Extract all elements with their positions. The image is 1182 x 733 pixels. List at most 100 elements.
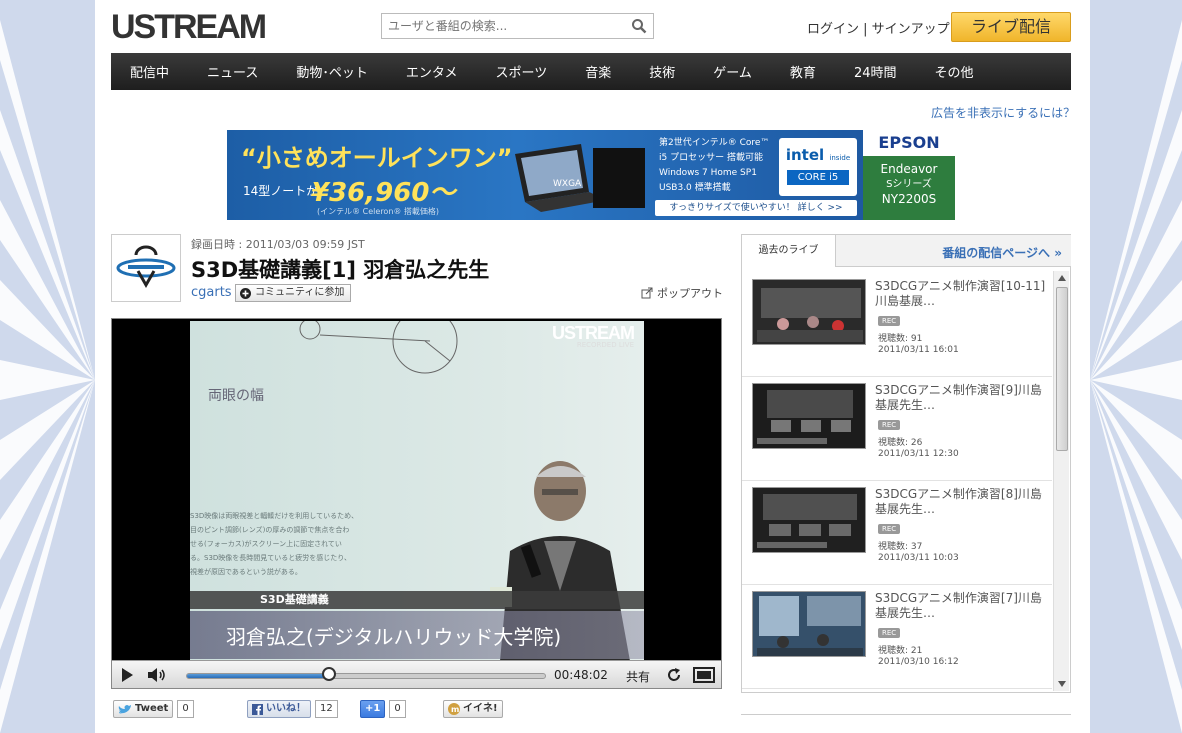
scroll-up-icon[interactable] (1057, 274, 1067, 282)
scroll-down-icon[interactable] (1057, 680, 1067, 688)
video-thumbnail[interactable] (752, 591, 866, 657)
like-widget: いいね！ 12 (247, 700, 338, 718)
banner-headline: “小さめオールインワン” (241, 144, 513, 172)
mixi-icon: m (448, 703, 460, 715)
replay-icon[interactable] (666, 667, 682, 686)
nav-item-news[interactable]: ニュース (188, 62, 277, 81)
view-count: 視聴数: 21 (878, 646, 923, 656)
rec-badge: REC (878, 420, 901, 430)
popout-label: ポップアウト (657, 287, 723, 300)
channel-page-link[interactable]: 番組の配信ページへ » (942, 244, 1062, 261)
auth-separator: | (859, 22, 872, 37)
tab-past-live[interactable]: 過去のライブ (742, 235, 836, 267)
tweet-count: 0 (177, 700, 194, 718)
banner-spec-line: Windows 7 Home SP1 (659, 168, 757, 178)
show-title: S3D基礎講義[1] 羽倉弘之先生 (191, 258, 490, 282)
nav-item-pets[interactable]: 動物･ペット (277, 62, 387, 81)
video-frame[interactable]: 両眼の幅 S3D映像は両眼視差と輻輳だけを利用しているため、 目のピント調節(レ… (190, 321, 644, 661)
hide-ads-link[interactable]: 広告を非表示にするには？ (931, 104, 1075, 121)
plusone-label: +1 (365, 703, 381, 714)
video-player[interactable]: 両眼の幅 S3D映像は両眼視差と輻輳だけを利用しているため、 目のピント調節(レ… (111, 318, 722, 689)
banner-price-note: (インテル® Celeron® 搭載価格) (317, 207, 440, 216)
playback-time: 00:48:02 (554, 668, 608, 682)
svg-text:m: m (451, 705, 459, 714)
tweet-label: Tweet (135, 703, 169, 714)
video-thumbnail[interactable] (752, 279, 866, 345)
item-title[interactable]: S3DCGアニメ制作演習[10-11]川島基展… (875, 279, 1051, 309)
join-community-button[interactable]: コミュニティに参加 (235, 284, 352, 302)
rec-badge: REC (878, 316, 901, 326)
nav-item-entertainment[interactable]: エンタメ (387, 62, 477, 81)
seek-bar[interactable] (186, 673, 546, 679)
laptop-label: WXGA (553, 179, 582, 189)
channel-avatar[interactable] (111, 234, 181, 302)
item-date: 2011/03/11 12:30 (878, 449, 959, 459)
join-community-label: コミュニティに参加 (255, 287, 345, 298)
mixi-iine-button[interactable]: m イイネ! (443, 700, 503, 718)
facebook-like-label: いいね！ (266, 703, 306, 714)
login-link[interactable]: ログイン (807, 22, 859, 37)
banner-detail-link[interactable]: すっきりサイズで使いやすい！ 詳しく >> (655, 200, 857, 216)
banner-spec-line: 第2世代インテル® Core™ (659, 138, 770, 148)
channel-link[interactable]: cgarts (191, 285, 232, 300)
caption-bar: S3D基礎講義 (190, 591, 644, 609)
mixi-iine-label: イイネ! (463, 703, 498, 714)
tweet-widget: Tweet 0 (113, 700, 194, 718)
mixi-widget: m イイネ! (443, 700, 503, 718)
caption-name-bar: 羽倉弘之(デジタルハリウッド大学院) (190, 611, 644, 659)
tweet-button[interactable]: Tweet (113, 700, 174, 718)
intel-logo: intel inside CORE i5 (779, 138, 857, 196)
nav-item-education[interactable]: 教育 (771, 62, 835, 81)
sidebar-divider (741, 714, 1071, 715)
play-icon[interactable] (120, 667, 134, 686)
list-item[interactable]: S3DCGアニメ制作演習[7]川島基展先生… REC 視聴数: 21 2011/… (742, 585, 1052, 689)
share-button[interactable]: 共有 (626, 668, 650, 685)
item-date: 2011/03/11 10:03 (878, 553, 959, 563)
search-input[interactable] (382, 14, 622, 38)
plusone-widget: +1 0 (360, 700, 406, 718)
nav-item-tech[interactable]: 技術 (630, 62, 694, 81)
sidebar-scrollbar[interactable] (1053, 271, 1069, 691)
laptop-image: WXGA (511, 140, 651, 219)
video-thumbnail[interactable] (752, 383, 866, 449)
facebook-like-button[interactable]: いいね！ (247, 700, 311, 718)
popout-link[interactable]: ポップアウト (641, 285, 723, 301)
live-broadcast-button[interactable]: ライブ配信 (951, 12, 1071, 42)
auth-links: ログイン | サインアップ (807, 18, 950, 37)
list-item[interactable]: S3DCGアニメ制作演習[10-11]川島基展… REC 視聴数: 91 201… (742, 273, 1052, 377)
list-item[interactable]: S3DCGアニメ制作演習[8]川島基展先生… REC 視聴数: 37 2011/… (742, 481, 1052, 585)
banner-spec-line: USB3.0 標準搭載 (659, 183, 731, 193)
signup-link[interactable]: サインアップ (872, 22, 950, 37)
rec-badge: REC (878, 628, 901, 638)
view-count: 視聴数: 37 (878, 542, 923, 552)
nav-item-24h[interactable]: 24時間 (835, 62, 916, 81)
intel-brand: intel (785, 146, 825, 164)
volume-icon[interactable] (147, 667, 167, 686)
item-date: 2011/03/11 16:01 (878, 345, 959, 355)
nav-item-sports[interactable]: スポーツ (477, 62, 567, 81)
nav-item-music[interactable]: 音楽 (566, 62, 630, 81)
caption-title: S3D基礎講義 (260, 593, 329, 606)
google-plusone-button[interactable]: +1 (360, 700, 386, 718)
banner-ad[interactable]: “小さめオールインワン” 14型ノートが ¥36,960～ (インテル® Cel… (227, 130, 955, 220)
item-title[interactable]: S3DCGアニメ制作演習[8]川島基展先生… (875, 487, 1051, 517)
nav-item-live[interactable]: 配信中 (111, 62, 188, 81)
fullscreen-icon[interactable] (693, 667, 715, 686)
item-title[interactable]: S3DCGアニメ制作演習[7]川島基展先生… (875, 591, 1051, 621)
past-live-panel: 過去のライブ 番組の配信ページへ » S3DCGアニメ制作演習[10-11]川島… (741, 234, 1071, 693)
video-thumbnail[interactable] (752, 487, 866, 553)
list-item[interactable]: S3DCGアニメ制作演習[9]川島基展先生… REC 視聴数: 26 2011/… (742, 377, 1052, 481)
ustream-logo[interactable]: USTREAM (111, 8, 267, 47)
epson-line: Endeavor (880, 162, 938, 176)
intel-core-label: CORE i5 (787, 170, 849, 185)
item-title[interactable]: S3DCGアニメ制作演習[9]川島基展先生… (875, 383, 1051, 413)
slide-heading: 両眼の幅 (208, 388, 264, 404)
player-controls: 00:48:02 共有 (112, 660, 721, 688)
nav-item-games[interactable]: ゲーム (694, 62, 771, 81)
nav-item-other[interactable]: その他 (915, 62, 992, 81)
epson-line: Sシリーズ (886, 179, 932, 190)
search-icon[interactable] (631, 18, 647, 37)
scrollbar-thumb[interactable] (1056, 287, 1068, 451)
twitter-bird-icon (118, 704, 131, 713)
slide-text: S3D映像は両眼視差と輻輳だけを利用しているため、 目のピント調節(レンズ)の厚… (190, 512, 359, 576)
